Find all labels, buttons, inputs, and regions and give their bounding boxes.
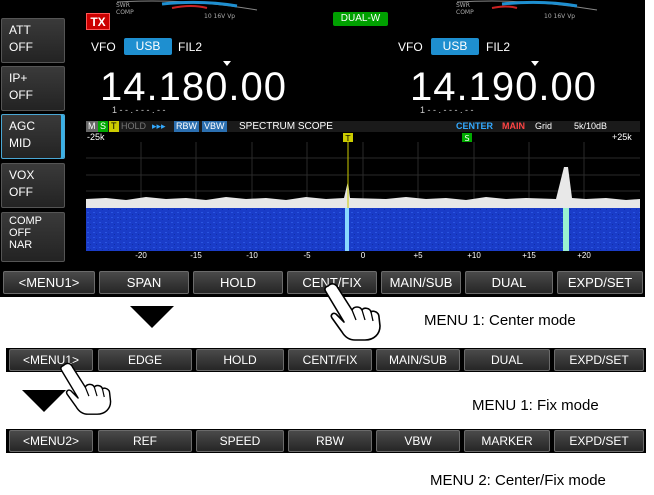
vbw-button[interactable]: VBW — [376, 430, 460, 452]
main-sub-button[interactable]: MAIN/SUB — [381, 271, 461, 294]
dual-button[interactable]: DUAL — [464, 349, 550, 371]
svg-text:SWR: SWR — [116, 2, 130, 9]
svg-text:COMP: COMP — [456, 9, 474, 16]
expd-set-button[interactable]: EXPD/SET — [554, 349, 644, 371]
scope-tick: -10 — [246, 251, 258, 260]
scope-tick: 0 — [360, 251, 366, 260]
menu1-button[interactable]: <MENU1> — [3, 271, 95, 294]
scope-tick: +20 — [577, 251, 591, 260]
speed-button[interactable]: SPEED — [196, 430, 284, 452]
agc-label: AGC — [9, 119, 36, 133]
pointing-hand-icon — [324, 283, 381, 341]
svg-text:COMP: COMP — [116, 9, 134, 16]
att-label: ATT — [9, 23, 31, 37]
svg-text:SWR: SWR — [456, 2, 470, 9]
sub-frequency[interactable]: 14.190.00 — [410, 67, 597, 107]
marker-t: T — [345, 134, 351, 143]
spectrum-scope[interactable]: M S T HOLD ▸▸▸ RBW VBW SPECTRUM SCOPE CE… — [86, 121, 640, 263]
radio-screen: ATT OFF IP+ OFF AGC MID VOX OFF COMP OFF… — [0, 0, 645, 297]
main-frequency[interactable]: 14.180.00 — [100, 67, 287, 107]
expd-set-button[interactable]: EXPD/SET — [557, 271, 643, 294]
hold-button[interactable]: HOLD — [193, 271, 283, 294]
main-vfo-label: VFO — [91, 40, 116, 54]
scope-tick: +5 — [413, 251, 423, 260]
vox-button[interactable]: VOX OFF — [1, 163, 65, 208]
main-mode-button[interactable]: USB — [124, 38, 172, 55]
main-sub-button[interactable]: MAIN/SUB — [376, 349, 460, 371]
scope-tick: -15 — [190, 251, 202, 260]
left-function-keys: ATT OFF IP+ OFF AGC MID VOX OFF COMP OFF… — [0, 0, 78, 263]
agc-value: MID — [9, 136, 31, 150]
scope-tick: +15 — [522, 251, 536, 260]
down-arrow-1 — [130, 306, 174, 328]
vox-value: OFF — [9, 185, 33, 199]
ip-plus-button[interactable]: IP+ OFF — [1, 66, 65, 111]
tx-indicator: TX — [86, 13, 110, 30]
svg-text:10 16V Vp: 10 16V Vp — [204, 13, 235, 20]
menu2-bar: <MENU2> REF SPEED RBW VBW MARKER EXPD/SE… — [6, 429, 646, 453]
scope-tick: +10 — [467, 251, 481, 260]
agc-button[interactable]: AGC MID — [1, 114, 65, 159]
marker-button[interactable]: MARKER — [464, 430, 550, 452]
scope-graph: T S — [86, 133, 640, 251]
cent-fix-button[interactable]: CENT/FIX — [288, 349, 372, 371]
sub-mode-button[interactable]: USB — [431, 38, 479, 55]
marker-s: S — [464, 134, 469, 143]
comp-state: OFF — [9, 227, 31, 239]
dual-button[interactable]: DUAL — [465, 271, 553, 294]
svg-text:10 16V Vp: 10 16V Vp — [544, 13, 575, 20]
caption-menu1-center: MENU 1: Center mode — [424, 312, 576, 329]
sub-filter-label: FIL2 — [486, 40, 511, 54]
scope-tick: -20 — [135, 251, 147, 260]
menu2-button[interactable]: <MENU2> — [9, 430, 93, 452]
sub-sub-readout: 1 - - . - - - . - - — [420, 105, 474, 115]
att-button[interactable]: ATT OFF — [1, 18, 65, 63]
ip-plus-value: OFF — [9, 88, 33, 102]
comp-label: COMP — [9, 215, 42, 227]
scope-tick: -5 — [303, 251, 311, 260]
ip-plus-label: IP+ — [9, 71, 28, 85]
att-value: OFF — [9, 40, 33, 54]
pointing-hand-icon — [60, 362, 112, 415]
span-button[interactable]: SPAN — [99, 271, 189, 294]
main-filter-label: FIL2 — [178, 40, 203, 54]
vox-label: VOX — [9, 168, 35, 182]
ref-button[interactable]: REF — [98, 430, 192, 452]
main-meter-arc: SWR COMP 10 16V Vp — [116, 0, 258, 20]
sub-meter-arc: SWR COMP 10 16V Vp — [456, 0, 598, 20]
caption-menu2: MENU 2: Center/Fix mode — [430, 472, 606, 489]
main-sub-readout: 1 - - . - - - . - - — [112, 105, 166, 115]
dual-watch-indicator: DUAL-W — [333, 12, 388, 26]
rbw-button[interactable]: RBW — [288, 430, 372, 452]
sub-vfo-label: VFO — [398, 40, 423, 54]
comp-value: NAR — [9, 239, 33, 251]
hold-button[interactable]: HOLD — [196, 349, 284, 371]
comp-button[interactable]: COMP OFF NAR — [1, 212, 65, 262]
caption-menu1-fix: MENU 1: Fix mode — [472, 397, 599, 414]
expd-set-button[interactable]: EXPD/SET — [554, 430, 644, 452]
